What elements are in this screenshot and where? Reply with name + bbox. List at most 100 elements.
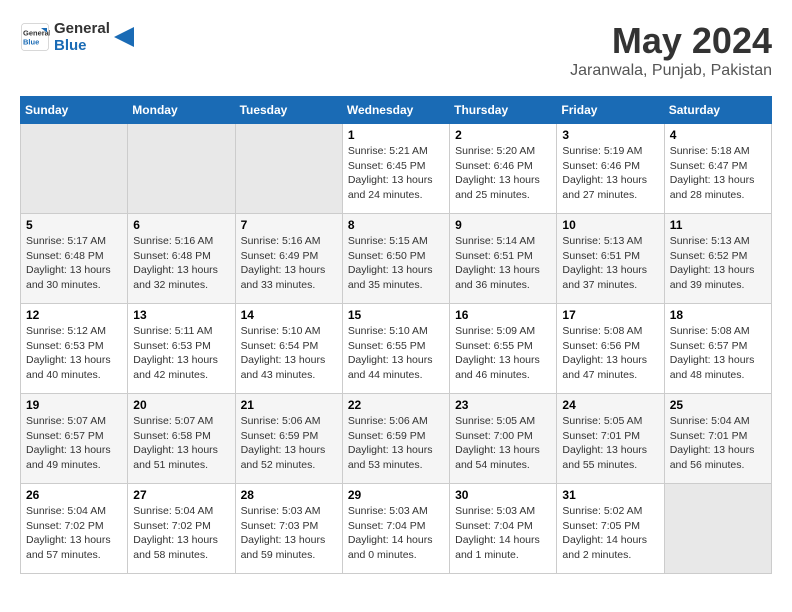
day-info: Sunrise: 5:19 AM Sunset: 6:46 PM Dayligh…	[562, 144, 658, 203]
weekday-header-monday: Monday	[128, 97, 235, 124]
calendar-cell: 15 Sunrise: 5:10 AM Sunset: 6:55 PM Dayli…	[342, 304, 449, 394]
calendar-cell: 19 Sunrise: 5:07 AM Sunset: 6:57 PM Dayli…	[21, 394, 128, 484]
day-number: 23	[455, 398, 551, 412]
calendar-cell: 16 Sunrise: 5:09 AM Sunset: 6:55 PM Dayli…	[450, 304, 557, 394]
day-info: Sunrise: 5:10 AM Sunset: 6:55 PM Dayligh…	[348, 324, 444, 383]
day-number: 14	[241, 308, 337, 322]
day-info: Sunrise: 5:03 AM Sunset: 7:03 PM Dayligh…	[241, 504, 337, 563]
calendar-cell: 7 Sunrise: 5:16 AM Sunset: 6:49 PM Daylig…	[235, 214, 342, 304]
calendar-cell: 3 Sunrise: 5:19 AM Sunset: 6:46 PM Daylig…	[557, 124, 664, 214]
day-number: 15	[348, 308, 444, 322]
calendar-cell: 5 Sunrise: 5:17 AM Sunset: 6:48 PM Daylig…	[21, 214, 128, 304]
day-info: Sunrise: 5:16 AM Sunset: 6:49 PM Dayligh…	[241, 234, 337, 293]
logo-triangle-icon	[114, 27, 134, 47]
day-number: 6	[133, 218, 229, 232]
day-number: 24	[562, 398, 658, 412]
calendar-cell: 20 Sunrise: 5:07 AM Sunset: 6:58 PM Dayli…	[128, 394, 235, 484]
calendar-cell: 17 Sunrise: 5:08 AM Sunset: 6:56 PM Dayli…	[557, 304, 664, 394]
calendar-cell: 1Sunrise: 5:21 AM Sunset: 6:45 PM Daylig…	[342, 124, 449, 214]
weekday-header-tuesday: Tuesday	[235, 97, 342, 124]
day-number: 10	[562, 218, 658, 232]
calendar-cell: 8Sunrise: 5:15 AM Sunset: 6:50 PM Daylig…	[342, 214, 449, 304]
day-info: Sunrise: 5:03 AM Sunset: 7:04 PM Dayligh…	[455, 504, 551, 563]
day-info: Sunrise: 5:21 AM Sunset: 6:45 PM Dayligh…	[348, 144, 444, 203]
calendar-cell: 24 Sunrise: 5:05 AM Sunset: 7:01 PM Dayli…	[557, 394, 664, 484]
calendar-cell: 29 Sunrise: 5:03 AM Sunset: 7:04 PM Dayli…	[342, 484, 449, 574]
day-number: 26	[26, 488, 122, 502]
calendar-cell: 23 Sunrise: 5:05 AM Sunset: 7:00 PM Dayli…	[450, 394, 557, 484]
calendar-cell: 14Sunrise: 5:10 AM Sunset: 6:54 PM Dayli…	[235, 304, 342, 394]
day-number: 19	[26, 398, 122, 412]
day-info: Sunrise: 5:11 AM Sunset: 6:53 PM Dayligh…	[133, 324, 229, 383]
day-info: Sunrise: 5:05 AM Sunset: 7:01 PM Dayligh…	[562, 414, 658, 473]
day-number: 3	[562, 128, 658, 142]
day-info: Sunrise: 5:07 AM Sunset: 6:57 PM Dayligh…	[26, 414, 122, 473]
day-number: 28	[241, 488, 337, 502]
day-number: 8	[348, 218, 444, 232]
week-row-3: 12 Sunrise: 5:12 AM Sunset: 6:53 PM Dayli…	[21, 304, 772, 394]
day-info: Sunrise: 5:20 AM Sunset: 6:46 PM Dayligh…	[455, 144, 551, 203]
day-info: Sunrise: 5:04 AM Sunset: 7:02 PM Dayligh…	[26, 504, 122, 563]
day-number: 4	[670, 128, 766, 142]
day-info: Sunrise: 5:17 AM Sunset: 6:48 PM Dayligh…	[26, 234, 122, 293]
day-info: Sunrise: 5:06 AM Sunset: 6:59 PM Dayligh…	[241, 414, 337, 473]
calendar-cell: 10 Sunrise: 5:13 AM Sunset: 6:51 PM Dayli…	[557, 214, 664, 304]
day-number: 16	[455, 308, 551, 322]
calendar-cell: 6 Sunrise: 5:16 AM Sunset: 6:48 PM Daylig…	[128, 214, 235, 304]
day-info: Sunrise: 5:03 AM Sunset: 7:04 PM Dayligh…	[348, 504, 444, 563]
calendar-cell: 12 Sunrise: 5:12 AM Sunset: 6:53 PM Dayli…	[21, 304, 128, 394]
day-info: Sunrise: 5:04 AM Sunset: 7:01 PM Dayligh…	[670, 414, 766, 473]
calendar-cell: 30Sunrise: 5:03 AM Sunset: 7:04 PM Dayli…	[450, 484, 557, 574]
day-number: 21	[241, 398, 337, 412]
calendar-cell	[21, 124, 128, 214]
calendar-cell: 31 Sunrise: 5:02 AM Sunset: 7:05 PM Dayli…	[557, 484, 664, 574]
calendar-cell: 26 Sunrise: 5:04 AM Sunset: 7:02 PM Dayli…	[21, 484, 128, 574]
calendar-cell: 13Sunrise: 5:11 AM Sunset: 6:53 PM Dayli…	[128, 304, 235, 394]
calendar-cell: 25Sunrise: 5:04 AM Sunset: 7:01 PM Dayli…	[664, 394, 771, 484]
day-info: Sunrise: 5:12 AM Sunset: 6:53 PM Dayligh…	[26, 324, 122, 383]
day-number: 5	[26, 218, 122, 232]
day-info: Sunrise: 5:16 AM Sunset: 6:48 PM Dayligh…	[133, 234, 229, 293]
header-row: SundayMondayTuesdayWednesdayThursdayFrid…	[21, 97, 772, 124]
calendar-cell: 9 Sunrise: 5:14 AM Sunset: 6:51 PM Daylig…	[450, 214, 557, 304]
day-info: Sunrise: 5:09 AM Sunset: 6:55 PM Dayligh…	[455, 324, 551, 383]
day-info: Sunrise: 5:07 AM Sunset: 6:58 PM Dayligh…	[133, 414, 229, 473]
week-row-5: 26 Sunrise: 5:04 AM Sunset: 7:02 PM Dayli…	[21, 484, 772, 574]
logo: General Blue General Blue	[20, 20, 134, 55]
day-number: 31	[562, 488, 658, 502]
calendar-cell	[235, 124, 342, 214]
location: Jaranwala, Punjab, Pakistan	[570, 62, 772, 80]
month-title: May 2024	[570, 20, 772, 62]
day-number: 18	[670, 308, 766, 322]
calendar-table: SundayMondayTuesdayWednesdayThursdayFrid…	[20, 96, 772, 574]
day-number: 29	[348, 488, 444, 502]
title-section: May 2024 Jaranwala, Punjab, Pakistan	[570, 20, 772, 80]
day-number: 2	[455, 128, 551, 142]
day-number: 17	[562, 308, 658, 322]
calendar-cell: 28 Sunrise: 5:03 AM Sunset: 7:03 PM Dayli…	[235, 484, 342, 574]
week-row-1: 1Sunrise: 5:21 AM Sunset: 6:45 PM Daylig…	[21, 124, 772, 214]
calendar-cell	[664, 484, 771, 574]
day-info: Sunrise: 5:08 AM Sunset: 6:57 PM Dayligh…	[670, 324, 766, 383]
weekday-header-thursday: Thursday	[450, 97, 557, 124]
day-info: Sunrise: 5:06 AM Sunset: 6:59 PM Dayligh…	[348, 414, 444, 473]
day-info: Sunrise: 5:08 AM Sunset: 6:56 PM Dayligh…	[562, 324, 658, 383]
day-number: 9	[455, 218, 551, 232]
logo-blue: Blue	[54, 37, 110, 54]
calendar-cell	[128, 124, 235, 214]
day-info: Sunrise: 5:18 AM Sunset: 6:47 PM Dayligh…	[670, 144, 766, 203]
day-number: 12	[26, 308, 122, 322]
day-info: Sunrise: 5:05 AM Sunset: 7:00 PM Dayligh…	[455, 414, 551, 473]
week-row-2: 5 Sunrise: 5:17 AM Sunset: 6:48 PM Daylig…	[21, 214, 772, 304]
day-info: Sunrise: 5:14 AM Sunset: 6:51 PM Dayligh…	[455, 234, 551, 293]
weekday-header-saturday: Saturday	[664, 97, 771, 124]
logo-icon: General Blue	[20, 22, 50, 52]
weekday-header-sunday: Sunday	[21, 97, 128, 124]
weekday-header-wednesday: Wednesday	[342, 97, 449, 124]
calendar-cell: 22 Sunrise: 5:06 AM Sunset: 6:59 PM Dayli…	[342, 394, 449, 484]
day-info: Sunrise: 5:13 AM Sunset: 6:51 PM Dayligh…	[562, 234, 658, 293]
day-info: Sunrise: 5:02 AM Sunset: 7:05 PM Dayligh…	[562, 504, 658, 563]
day-number: 7	[241, 218, 337, 232]
day-number: 22	[348, 398, 444, 412]
day-number: 20	[133, 398, 229, 412]
